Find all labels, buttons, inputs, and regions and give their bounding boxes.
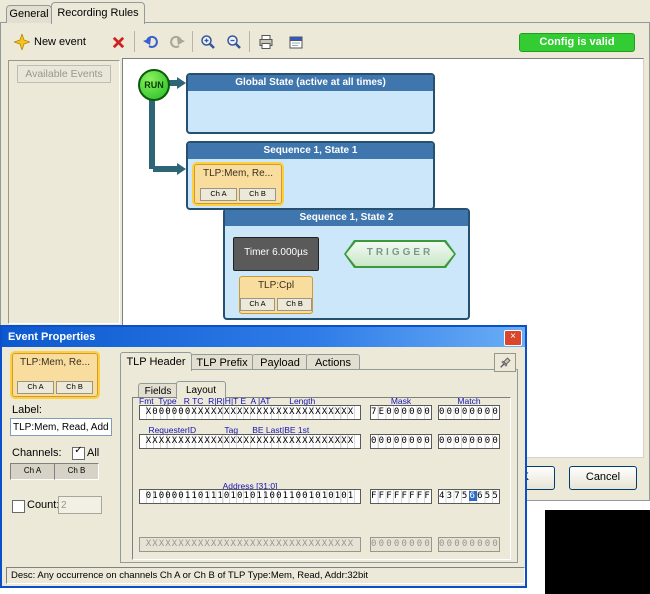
- row1-mask[interactable]: 00000000: [370, 434, 432, 449]
- row3-bits: XXXXXXXXXXXXXXXXXXXXXXXXXXXXXXXX: [139, 537, 361, 552]
- row1-match[interactable]: 00000000: [438, 434, 500, 449]
- cpl-ch-a-button[interactable]: Ch A: [240, 298, 275, 311]
- dialog-titlebar[interactable]: Event Properties: [2, 327, 525, 347]
- toolbar-separator: [134, 31, 135, 52]
- ch-a-toggle[interactable]: Ch A: [10, 463, 55, 480]
- arrow-run-down: [149, 95, 155, 169]
- run-node[interactable]: RUN: [138, 69, 170, 101]
- seq1-state1-header: Sequence 1, State 1: [188, 143, 433, 159]
- row3-mask: 00000000: [370, 537, 432, 552]
- row3-match: 00000000: [438, 537, 500, 552]
- seq1-state2-header: Sequence 1, State 2: [225, 210, 468, 226]
- available-events-panel: Available Events: [8, 60, 120, 324]
- global-state-box[interactable]: Global State (active at all times): [186, 73, 435, 134]
- description-bar: Desc: Any occurrence on channels Ch A or…: [6, 567, 525, 584]
- new-event-star-icon: [14, 34, 30, 50]
- channels-caption: Channels:: [12, 447, 62, 459]
- preview-ch-a: Ch A: [17, 381, 54, 394]
- event-properties-dialog: Event Properties TLP:Mem, Re... Ch A Ch …: [0, 325, 527, 588]
- tab-recording-rules[interactable]: Recording Rules: [51, 2, 145, 24]
- pin-button[interactable]: [494, 353, 516, 372]
- event-preview-box: TLP:Mem, Re... Ch A Ch B: [12, 353, 98, 397]
- screen: General Recording Rules New event: [0, 0, 650, 594]
- tab-tlp-header[interactable]: TLP Header: [120, 352, 192, 371]
- zoom-out-button[interactable]: [222, 30, 246, 54]
- row0-match[interactable]: 00000000: [438, 405, 500, 420]
- cancel-button[interactable]: Cancel: [569, 466, 637, 490]
- available-events-title: Available Events: [17, 65, 110, 83]
- row2-bits[interactable]: 01000011011101010110011001010101: [139, 489, 361, 504]
- print-button[interactable]: [253, 30, 279, 54]
- all-checkbox[interactable]: [72, 447, 85, 460]
- event-tlp-cpl[interactable]: TLP:Cpl Ch A Ch B: [239, 276, 313, 314]
- tab-general[interactable]: General: [6, 5, 52, 23]
- match-selection: 6: [469, 491, 477, 501]
- zoom-in-button[interactable]: [196, 30, 220, 54]
- count-checkbox[interactable]: [12, 500, 25, 513]
- layout-panel: [132, 397, 511, 560]
- count-caption: Count:: [27, 499, 59, 511]
- cpl-ch-b-button[interactable]: Ch B: [277, 298, 312, 311]
- new-event-button[interactable]: New event: [14, 30, 102, 54]
- printer-icon: [258, 34, 274, 50]
- preview-ch-b: Ch B: [56, 381, 93, 394]
- dialog-title: Event Properties: [8, 331, 95, 343]
- row0-mask[interactable]: 7E000000: [370, 405, 432, 420]
- zoom-out-icon: [226, 34, 242, 50]
- arrowhead: [177, 163, 186, 175]
- row0-bits[interactable]: X000000XXXXXXXXXXXXXXXXXXXXXXXXX: [139, 405, 361, 420]
- delete-event-button[interactable]: [106, 30, 130, 54]
- timer-node[interactable]: Timer 6.000µs: [233, 237, 319, 271]
- pushpin-icon: [498, 356, 512, 370]
- undo-button[interactable]: [139, 30, 163, 54]
- count-input[interactable]: [58, 496, 102, 514]
- close-icon[interactable]: [504, 330, 522, 346]
- event-tlp-mem[interactable]: TLP:Mem, Re... Ch A Ch B: [194, 164, 282, 204]
- zoom-in-icon: [200, 34, 216, 50]
- redo-button[interactable]: [165, 30, 189, 54]
- mem-ch-b-button[interactable]: Ch B: [239, 188, 276, 201]
- delete-x-icon: [111, 35, 126, 50]
- trigger-node[interactable]: TRIGGER: [344, 240, 456, 268]
- row2-match[interactable]: 43756655: [438, 489, 500, 504]
- mem-ch-a-button[interactable]: Ch A: [200, 188, 237, 201]
- config-valid-badge: Config is valid: [519, 33, 635, 52]
- label-caption: Label:: [12, 404, 42, 416]
- arrowhead: [177, 77, 186, 89]
- properties-window-icon: [288, 34, 304, 50]
- row2-mask[interactable]: FFFFFFFF: [370, 489, 432, 504]
- row1-bits[interactable]: XXXXXXXXXXXXXXXXXXXXXXXXXXXXXXXX: [139, 434, 361, 449]
- undo-icon: [143, 34, 159, 50]
- redacted-area: [545, 510, 650, 594]
- arrow-run-to-seq1: [153, 166, 177, 172]
- properties-button[interactable]: [283, 30, 309, 54]
- toolbar-separator: [249, 31, 250, 52]
- label-input[interactable]: [10, 418, 112, 436]
- toolbar-separator: [192, 31, 193, 52]
- ch-b-toggle[interactable]: Ch B: [54, 463, 99, 480]
- redo-icon: [169, 34, 185, 50]
- all-checkbox-label: All: [87, 447, 99, 459]
- global-state-header: Global State (active at all times): [188, 75, 433, 91]
